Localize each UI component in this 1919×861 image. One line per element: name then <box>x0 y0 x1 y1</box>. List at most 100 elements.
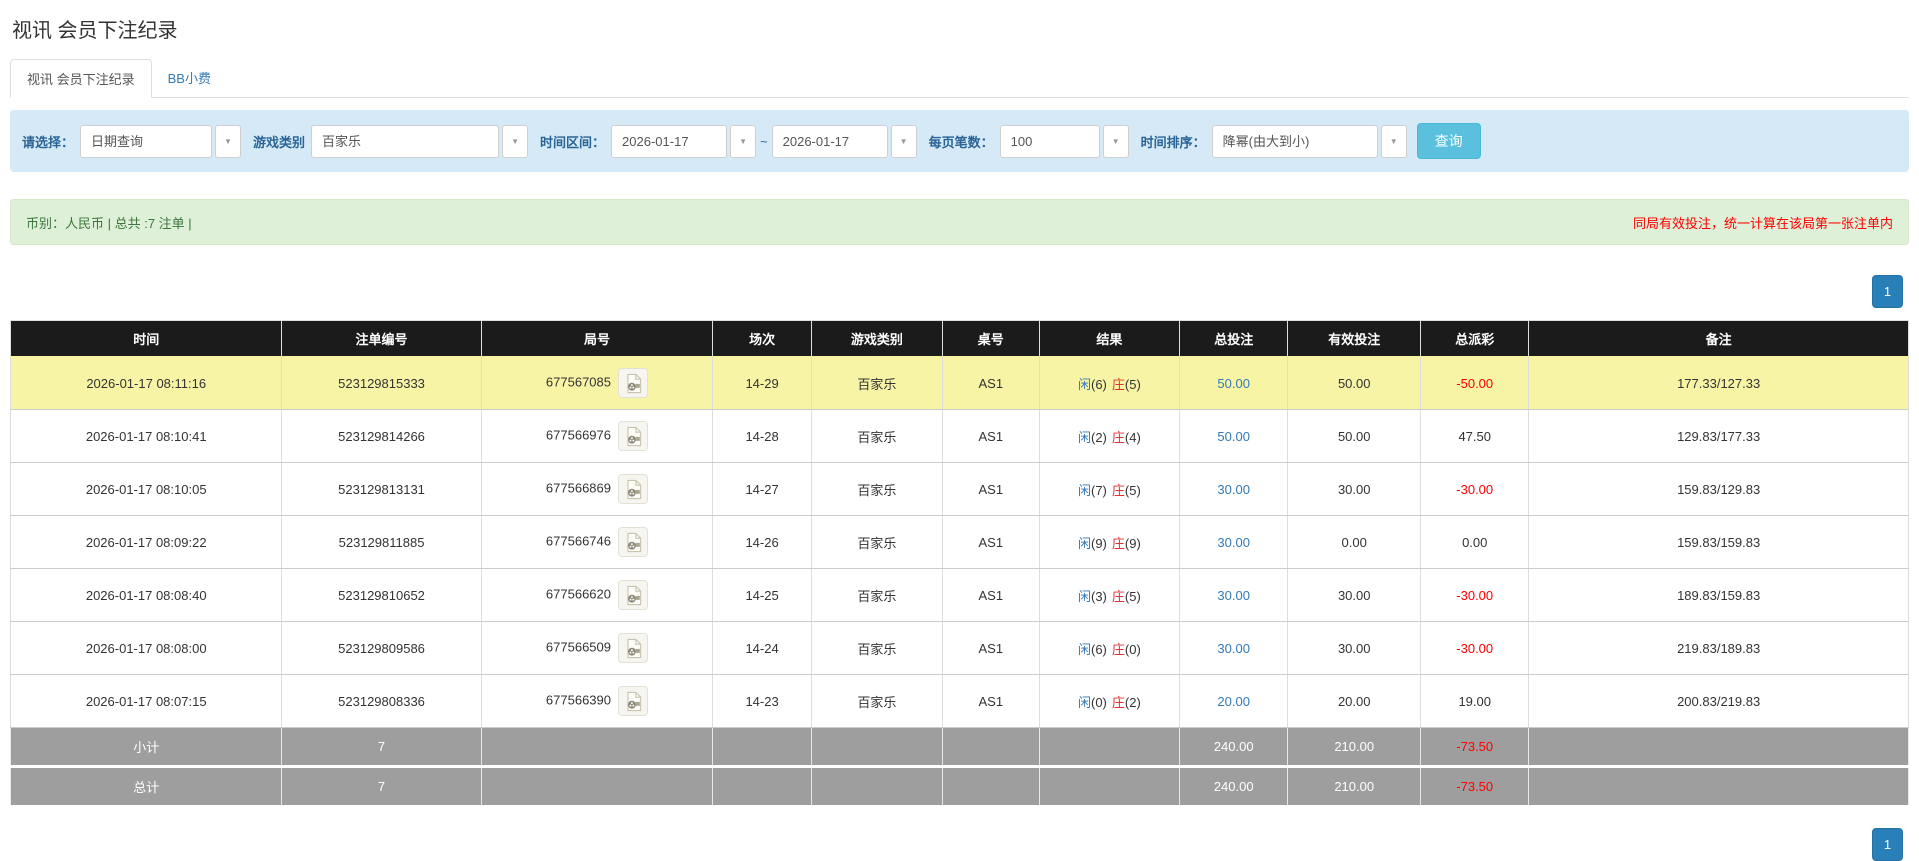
date-range-label: 时间区间： <box>540 134 606 150</box>
cell-valid-bet: 50.00 <box>1287 356 1422 410</box>
cell-valid-bet: 0.00 <box>1287 515 1422 569</box>
video-replay-button[interactable] <box>618 580 648 610</box>
result-banker-score: (4) <box>1124 429 1141 445</box>
video-replay-button[interactable] <box>618 527 648 557</box>
payout-value: -30.00 <box>1456 587 1494 603</box>
result-player-label: 闲 <box>1077 482 1091 498</box>
payout-value: 19.00 <box>1458 693 1491 709</box>
cell-result: 闲(7) 庄(5) <box>1038 462 1181 516</box>
game-type-value[interactable]: 百家乐 <box>311 124 500 158</box>
page: 视讯 会员下注纪录 视讯 会员下注纪录 BB小费 请选择： 日期查询 ▼ 游戏类… <box>0 14 1919 861</box>
result-banker-score: (9) <box>1124 535 1141 551</box>
cell-round-id: 677566509 <box>480 621 714 675</box>
cell-bet-id: 523129814266 <box>281 409 482 463</box>
cell-result: 闲(6) 庄(0) <box>1038 621 1181 675</box>
summary-bar: 币别：人民币 | 总共 :7 注单 | 同局有效投注，统一计算在该局第一张注单内 <box>10 199 1909 245</box>
cell-session: 14-29 <box>712 356 812 410</box>
cell-valid-bet: 20.00 <box>1287 674 1422 728</box>
filter-bar: 请选择： 日期查询 ▼ 游戏类别 百家乐 ▼ 时间区间： 2026-01-17 … <box>10 110 1909 172</box>
page-size-dropdown[interactable]: 100 ▼ <box>999 124 1129 158</box>
cell-round-id: 677566976 <box>480 409 714 463</box>
cell-valid-bet: 30.00 <box>1287 621 1422 675</box>
total-bet-link[interactable]: 20.00 <box>1217 694 1250 709</box>
total-bet-link[interactable]: 50.00 <box>1217 429 1250 444</box>
total-bet-link[interactable]: 30.00 <box>1217 588 1250 603</box>
total-bet-link[interactable]: 30.00 <box>1217 535 1250 550</box>
video-replay-button[interactable] <box>618 633 648 663</box>
total-bet-link[interactable]: 30.00 <box>1217 482 1250 497</box>
cell-session: 14-25 <box>712 568 812 622</box>
game-type-dropdown[interactable]: 百家乐 ▼ <box>311 124 529 158</box>
round-id-value: 677566390 <box>545 692 611 708</box>
total-bet-link[interactable]: 30.00 <box>1217 641 1250 656</box>
video-replay-button[interactable] <box>618 686 648 716</box>
time-sort-dropdown[interactable]: 降幂(由大到小) ▼ <box>1211 124 1407 158</box>
date-to-value[interactable]: 2026-01-17 <box>771 124 888 158</box>
cell-bet-id: 523129813131 <box>281 462 482 516</box>
table-row: 2026-01-17 08:10:05 523129813131 6775668… <box>9 462 1909 516</box>
cell-total-bet: 30.00 <box>1179 568 1289 622</box>
date-separator: ~ <box>760 133 768 149</box>
video-replay-icon <box>626 532 641 552</box>
result-player-score: (0) <box>1091 694 1107 710</box>
pagination-top: 1 <box>10 275 1909 308</box>
result-banker-label: 庄 <box>1111 482 1125 498</box>
cell-remark: 200.83/219.83 <box>1528 674 1909 728</box>
result-player-label: 闲 <box>1077 429 1091 445</box>
page-1-button[interactable]: 1 <box>1872 828 1903 861</box>
cell-remark: 177.33/127.33 <box>1528 356 1909 410</box>
video-replay-button[interactable] <box>618 474 648 504</box>
total-bet-link[interactable]: 50.00 <box>1217 376 1250 391</box>
video-replay-button[interactable] <box>618 421 648 451</box>
cell-result: 闲(3) 庄(5) <box>1038 568 1181 622</box>
time-sort-label: 时间排序： <box>1140 134 1206 150</box>
cell-payout: 19.00 <box>1420 674 1530 728</box>
video-replay-icon <box>626 479 641 499</box>
subtotal-count: 7 <box>281 727 482 767</box>
video-replay-icon <box>626 691 641 711</box>
page-1-button[interactable]: 1 <box>1872 275 1903 308</box>
page-size-value[interactable]: 100 <box>999 124 1100 158</box>
tab-betting-records[interactable]: 视讯 会员下注纪录 <box>10 59 152 98</box>
subtotal-total-bet: 240.00 <box>1179 727 1289 767</box>
result-banker-label: 庄 <box>1111 535 1125 551</box>
query-type-dropdown[interactable]: 日期查询 ▼ <box>80 124 242 158</box>
tab-bb-tips[interactable]: BB小费 <box>152 59 227 98</box>
time-sort-value[interactable]: 降幂(由大到小) <box>1211 124 1378 158</box>
chevron-down-icon[interactable]: ▼ <box>730 124 757 158</box>
round-id-value: 677566620 <box>545 586 611 602</box>
video-replay-icon <box>626 426 641 446</box>
result-player-score: (6) <box>1091 641 1107 657</box>
cell-remark: 159.83/129.83 <box>1528 462 1909 516</box>
col-bet-id: 注单编号 <box>281 320 482 357</box>
total-total-bet: 240.00 <box>1179 765 1289 806</box>
chevron-down-icon[interactable]: ▼ <box>1380 124 1407 158</box>
col-round-id: 局号 <box>480 320 714 357</box>
betting-records-table: 时间 注单编号 局号 场次 游戏类别 桌号 结果 总投注 有效投注 总派彩 备注… <box>9 320 1909 806</box>
cell-remark: 129.83/177.33 <box>1528 409 1909 463</box>
cell-payout: -30.00 <box>1420 462 1530 516</box>
cell-valid-bet: 30.00 <box>1287 568 1422 622</box>
summary-currency-count: 币别：人民币 | 总共 :7 注单 | <box>26 215 192 231</box>
chevron-down-icon[interactable]: ▼ <box>502 124 529 158</box>
cell-remark: 159.83/159.83 <box>1528 515 1909 569</box>
cell-remark: 219.83/189.83 <box>1528 621 1909 675</box>
chevron-down-icon[interactable]: ▼ <box>1102 124 1129 158</box>
col-remark: 备注 <box>1528 320 1909 357</box>
cell-bet-id: 523129811885 <box>281 515 482 569</box>
cell-total-bet: 30.00 <box>1179 462 1289 516</box>
query-type-value[interactable]: 日期查询 <box>80 124 213 158</box>
date-to-dropdown[interactable]: 2026-01-17 ▼ <box>771 124 917 158</box>
result-banker-label: 庄 <box>1111 429 1125 445</box>
chevron-down-icon[interactable]: ▼ <box>890 124 917 158</box>
date-from-value[interactable]: 2026-01-17 <box>611 124 728 158</box>
chevron-down-icon[interactable]: ▼ <box>215 124 242 158</box>
cell-total-bet: 30.00 <box>1179 515 1289 569</box>
video-replay-button[interactable] <box>618 368 648 398</box>
search-button[interactable]: 查询 <box>1416 123 1481 159</box>
date-from-dropdown[interactable]: 2026-01-17 ▼ <box>611 124 757 158</box>
page-title: 视讯 会员下注纪录 <box>12 20 178 42</box>
cell-remark: 189.83/159.83 <box>1528 568 1909 622</box>
col-result: 结果 <box>1038 320 1181 357</box>
cell-payout: -30.00 <box>1420 568 1530 622</box>
